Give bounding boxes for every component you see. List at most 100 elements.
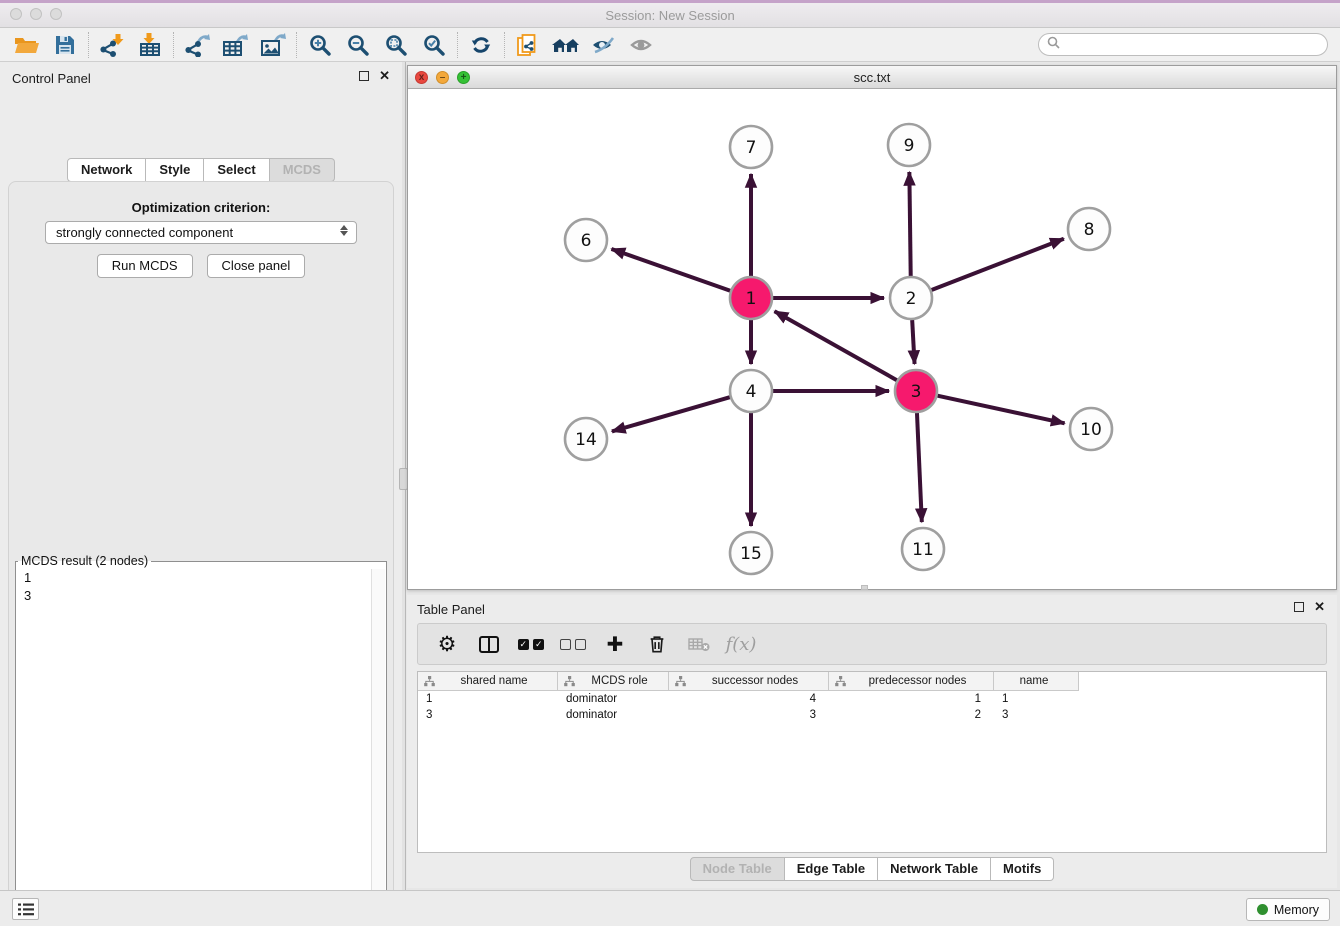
tab-select[interactable]: Select bbox=[204, 158, 269, 182]
edge-2-8[interactable] bbox=[932, 239, 1064, 290]
table-row[interactable]: 1dominator411 bbox=[418, 691, 1326, 707]
table-row[interactable]: 3dominator323 bbox=[418, 707, 1326, 723]
result-scrollbar[interactable] bbox=[371, 569, 385, 926]
network-view-title: scc.txt bbox=[408, 70, 1336, 85]
control-panel-tabs: NetworkStyleSelectMCDS bbox=[0, 158, 402, 182]
search-box[interactable] bbox=[1038, 33, 1328, 56]
result-line: 1 bbox=[17, 569, 371, 587]
tab-edge-table[interactable]: Edge Table bbox=[785, 857, 878, 881]
add-column-icon[interactable]: ✚ bbox=[598, 628, 632, 660]
graph-node-label: 15 bbox=[740, 544, 762, 564]
function-builder-icon: f(x) bbox=[724, 628, 758, 660]
search-input[interactable] bbox=[1066, 36, 1327, 54]
table-cell[interactable]: 3 bbox=[669, 707, 829, 723]
columns-icon[interactable] bbox=[472, 628, 506, 660]
tab-network-table[interactable]: Network Table bbox=[878, 857, 991, 881]
network-window-titlebar[interactable]: x – + scc.txt bbox=[408, 66, 1336, 89]
table-header-row: shared nameMCDS rolesuccessor nodesprede… bbox=[418, 672, 1326, 691]
select-all-columns-icon[interactable]: ✓ ✓ bbox=[514, 628, 548, 660]
column-header-name[interactable]: name bbox=[994, 672, 1079, 691]
export-image-icon[interactable] bbox=[254, 30, 292, 60]
zoom-out-icon[interactable] bbox=[339, 30, 377, 60]
save-session-icon[interactable] bbox=[46, 30, 84, 60]
graph-node-label: 1 bbox=[746, 289, 757, 309]
mcds-result-list: 13 bbox=[17, 569, 371, 926]
close-panel-button[interactable]: Close panel bbox=[207, 254, 306, 278]
table-cell[interactable]: 4 bbox=[669, 691, 829, 707]
delete-table-icon bbox=[682, 628, 716, 660]
table-cell[interactable]: 1 bbox=[994, 691, 1079, 707]
edge-3-1[interactable] bbox=[775, 311, 897, 380]
refresh-layout-icon[interactable] bbox=[462, 30, 500, 60]
edge-2-3[interactable] bbox=[912, 320, 914, 364]
import-table-icon[interactable] bbox=[131, 30, 169, 60]
new-network-from-selection-icon[interactable] bbox=[509, 30, 547, 60]
memory-label: Memory bbox=[1274, 903, 1319, 917]
memory-button[interactable]: Memory bbox=[1246, 898, 1330, 921]
import-network-icon[interactable] bbox=[93, 30, 131, 60]
open-session-icon[interactable] bbox=[8, 30, 46, 60]
toolbar-separator bbox=[504, 32, 505, 58]
control-panel: Control Panel ✕ NetworkStyleSelectMCDS O… bbox=[0, 62, 402, 890]
zoom-fit-icon[interactable] bbox=[377, 30, 415, 60]
tab-network[interactable]: Network bbox=[67, 158, 146, 182]
column-header-MCDS-role[interactable]: MCDS role bbox=[558, 672, 669, 691]
mcds-result-title: MCDS result (2 nodes) bbox=[18, 554, 151, 568]
table-cell[interactable]: dominator bbox=[558, 691, 669, 707]
column-header-predecessor-nodes[interactable]: predecessor nodes bbox=[829, 672, 994, 691]
column-header-shared-name[interactable]: shared name bbox=[418, 672, 558, 691]
table-tabs: Node TableEdge TableNetwork TableMotifs bbox=[407, 857, 1337, 881]
float-panel-icon[interactable] bbox=[359, 71, 369, 81]
table-cell[interactable]: 1 bbox=[418, 691, 558, 707]
main-toolbar bbox=[0, 28, 1340, 62]
edge-2-9[interactable] bbox=[909, 172, 910, 276]
table-cell[interactable]: 3 bbox=[418, 707, 558, 723]
task-history-button[interactable] bbox=[12, 898, 39, 920]
zoom-selected-icon[interactable] bbox=[415, 30, 453, 60]
title-bar: Session: New Session bbox=[0, 0, 1340, 28]
table-cell[interactable]: dominator bbox=[558, 707, 669, 723]
table-cell[interactable]: 3 bbox=[994, 707, 1079, 723]
search-icon bbox=[1047, 36, 1060, 54]
export-network-icon[interactable] bbox=[178, 30, 216, 60]
export-table-icon[interactable] bbox=[216, 30, 254, 60]
tab-style[interactable]: Style bbox=[146, 158, 204, 182]
close-table-panel-icon[interactable]: ✕ bbox=[1314, 601, 1325, 613]
settings-gear-icon[interactable]: ⚙ bbox=[430, 628, 464, 660]
edge-4-14[interactable] bbox=[612, 397, 730, 431]
table-cell[interactable]: 1 bbox=[829, 691, 994, 707]
control-panel-title: Control Panel bbox=[12, 71, 91, 86]
table-body: 1dominator4113dominator323 bbox=[418, 691, 1326, 723]
column-header-successor-nodes[interactable]: successor nodes bbox=[669, 672, 829, 691]
criterion-dropdown[interactable]: strongly connected component bbox=[45, 221, 357, 244]
view-resize-handle[interactable] bbox=[861, 585, 868, 590]
edge-3-11[interactable] bbox=[917, 413, 922, 522]
graph-node-label: 2 bbox=[906, 289, 917, 309]
edge-3-10[interactable] bbox=[937, 396, 1064, 424]
run-mcds-button[interactable]: Run MCDS bbox=[97, 254, 193, 278]
show-all-icon bbox=[623, 30, 661, 60]
deselect-all-columns-icon[interactable] bbox=[556, 628, 590, 660]
control-panel-header: Control Panel ✕ bbox=[0, 62, 402, 90]
graph-node-label: 14 bbox=[575, 430, 597, 450]
table-toolbar: ⚙ ✓ ✓ ✚ f(x) bbox=[417, 623, 1327, 665]
graph-node-label: 3 bbox=[911, 382, 922, 402]
edge-1-6[interactable] bbox=[611, 249, 730, 291]
dropdown-stepper-icon bbox=[340, 225, 348, 236]
close-panel-icon[interactable]: ✕ bbox=[379, 70, 390, 82]
application-window: Session: New Session bbox=[0, 0, 1340, 926]
criterion-value: strongly connected component bbox=[56, 225, 233, 240]
toolbar-separator bbox=[457, 32, 458, 58]
float-table-panel-icon[interactable] bbox=[1294, 602, 1304, 612]
table-cell[interactable]: 2 bbox=[829, 707, 994, 723]
toolbar-separator bbox=[173, 32, 174, 58]
status-bar: Memory bbox=[0, 890, 1340, 926]
hide-selected-icon[interactable] bbox=[585, 30, 623, 60]
first-neighbors-icon[interactable] bbox=[547, 30, 585, 60]
tab-motifs[interactable]: Motifs bbox=[991, 857, 1054, 881]
network-graph-canvas[interactable]: 7968124314101511 bbox=[408, 89, 1336, 589]
zoom-in-icon[interactable] bbox=[301, 30, 339, 60]
delete-column-icon[interactable] bbox=[640, 628, 674, 660]
network-view-window: x – + scc.txt 7968124314101511 bbox=[407, 65, 1337, 590]
graph-node-label: 8 bbox=[1084, 220, 1095, 240]
